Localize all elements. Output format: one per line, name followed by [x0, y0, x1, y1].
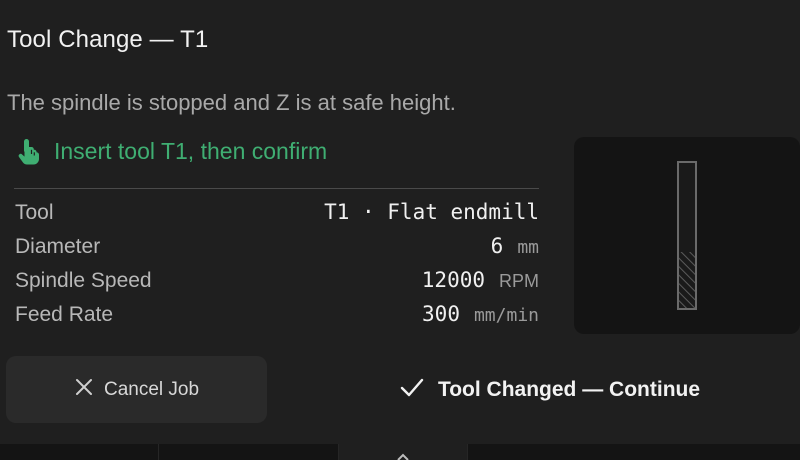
param-value: 6 — [490, 234, 504, 258]
dialog-subtitle: The spindle is stopped and Z is at safe … — [7, 90, 456, 115]
close-icon — [74, 377, 94, 403]
cancel-job-label: Cancel Job — [103, 378, 200, 400]
hand-pointer-icon — [16, 137, 42, 165]
bottom-nav-tab[interactable] — [159, 444, 340, 460]
tool-preview-panel — [574, 137, 800, 334]
param-label: Tool — [15, 201, 54, 224]
param-label: Diameter — [15, 235, 101, 258]
cancel-job-button[interactable]: Cancel Job — [6, 356, 267, 423]
instruction-text: Insert tool T1, then confirm — [54, 137, 328, 164]
dialog-title: Tool Change — T1 — [7, 26, 209, 53]
param-value-group: 6 mm — [491, 234, 539, 258]
param-value: 12000 — [421, 268, 485, 292]
check-icon — [400, 375, 424, 405]
endmill-tool-icon — [677, 161, 697, 310]
param-unit: mm/min — [473, 305, 539, 326]
param-row-tool: Tool T1 · Flat endmill — [15, 200, 539, 234]
divider — [14, 188, 539, 189]
tool-changed-continue-button[interactable]: Tool Changed — Continue — [330, 356, 770, 423]
param-value: 300 — [422, 302, 460, 326]
param-value-group: 300 mm/min — [422, 302, 539, 326]
tool-parameters: Tool T1 · Flat endmill Diameter 6 mm Spi… — [15, 200, 539, 336]
param-value-group: 12000 RPM — [422, 268, 539, 292]
bottom-nav-tab[interactable] — [468, 444, 800, 460]
bottom-nav-tab-active[interactable] — [339, 444, 468, 460]
param-label: Spindle Speed — [15, 269, 152, 292]
param-row-spindle-speed: Spindle Speed 12000 RPM — [15, 268, 539, 302]
bottom-nav-tab[interactable] — [0, 444, 159, 460]
bottom-navigation — [0, 444, 800, 460]
param-unit: RPM — [499, 271, 539, 291]
param-value: T1 · Flat endmill — [324, 200, 539, 224]
param-value-group: T1 · Flat endmill — [324, 200, 539, 224]
chevron-up-icon — [397, 453, 409, 460]
param-label: Feed Rate — [15, 303, 114, 326]
param-unit: mm — [517, 237, 539, 258]
param-row-diameter: Diameter 6 mm — [15, 234, 539, 268]
continue-label: Tool Changed — Continue — [437, 377, 701, 401]
instruction-line: Insert tool T1, then confirm — [16, 137, 327, 165]
param-row-feed-rate: Feed Rate 300 mm/min — [15, 302, 539, 336]
